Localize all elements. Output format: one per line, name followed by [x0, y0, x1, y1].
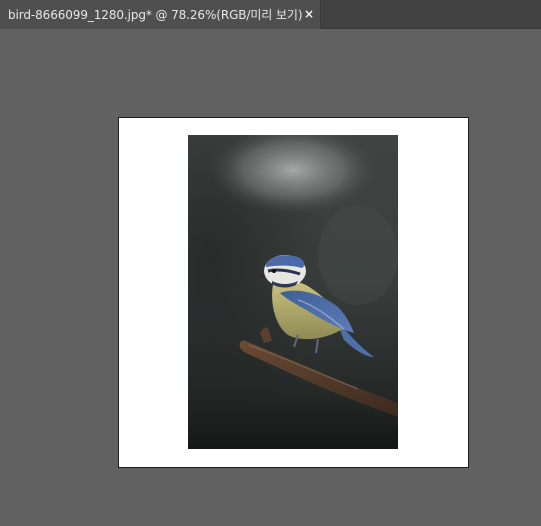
document-tab-bar: bird-8666099_1280.jpg* @ 78.26%(RGB/미리 보…	[0, 0, 541, 29]
bird-photo-graphic	[188, 135, 398, 449]
document-tab[interactable]: bird-8666099_1280.jpg* @ 78.26%(RGB/미리 보…	[0, 0, 321, 29]
document-canvas[interactable]	[118, 117, 469, 468]
editor-window: bird-8666099_1280.jpg* @ 78.26%(RGB/미리 보…	[0, 0, 541, 526]
close-icon[interactable]: ×	[303, 8, 315, 20]
document-tab-title: bird-8666099_1280.jpg* @ 78.26%(RGB/미리 보…	[8, 8, 303, 22]
bird-photo	[188, 135, 398, 449]
canvas-workspace[interactable]	[0, 29, 541, 526]
